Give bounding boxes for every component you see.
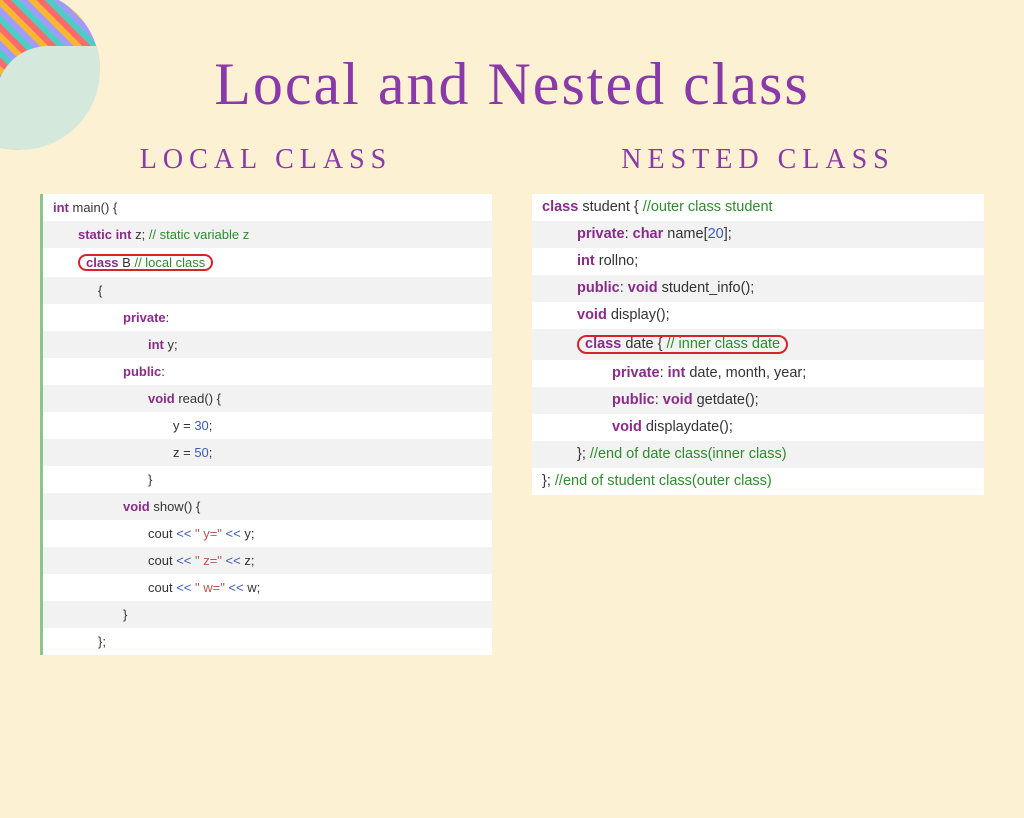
code-line: cout << " y=" << y; bbox=[43, 520, 492, 547]
code-line-highlighted: class B // local class bbox=[43, 248, 492, 277]
local-class-code: int main() { static int z; // static var… bbox=[40, 194, 492, 655]
code-line: void read() { bbox=[43, 385, 492, 412]
code-line: private: char name[20]; bbox=[532, 221, 984, 248]
code-line: cout << " z=" << z; bbox=[43, 547, 492, 574]
code-line: static int z; // static variable z bbox=[43, 221, 492, 248]
decorative-corner bbox=[0, 0, 100, 150]
code-line: cout << " w=" << w; bbox=[43, 574, 492, 601]
code-line: }; //end of date class(inner class) bbox=[532, 441, 984, 468]
local-class-column: LOCAL CLASS int main() { static int z; /… bbox=[40, 144, 492, 655]
code-line: void show() { bbox=[43, 493, 492, 520]
code-line: private: int date, month, year; bbox=[532, 360, 984, 387]
code-line: int main() { bbox=[43, 194, 492, 221]
code-line: int y; bbox=[43, 331, 492, 358]
code-line: } bbox=[43, 466, 492, 493]
code-line: }; //end of student class(outer class) bbox=[532, 468, 984, 495]
page-title: Local and Nested class bbox=[0, 50, 1024, 119]
code-line-highlighted: class date { // inner class date bbox=[532, 329, 984, 360]
code-line: int rollno; bbox=[532, 248, 984, 275]
code-line: class student { //outer class student bbox=[532, 194, 984, 221]
code-line: { bbox=[43, 277, 492, 304]
columns-container: LOCAL CLASS int main() { static int z; /… bbox=[0, 119, 1024, 655]
code-line: z = 50; bbox=[43, 439, 492, 466]
code-line: private: bbox=[43, 304, 492, 331]
code-line: public: void getdate(); bbox=[532, 387, 984, 414]
code-line: }; bbox=[43, 628, 492, 655]
nested-class-column: NESTED CLASS class student { //outer cla… bbox=[532, 144, 984, 655]
code-line: y = 30; bbox=[43, 412, 492, 439]
code-line: public: bbox=[43, 358, 492, 385]
code-line: } bbox=[43, 601, 492, 628]
nested-class-code: class student { //outer class student pr… bbox=[532, 194, 984, 495]
code-line: void displaydate(); bbox=[532, 414, 984, 441]
local-class-heading: LOCAL CLASS bbox=[40, 144, 492, 176]
nested-class-heading: NESTED CLASS bbox=[532, 144, 984, 176]
code-line: public: void student_info(); bbox=[532, 275, 984, 302]
code-line: void display(); bbox=[532, 302, 984, 329]
